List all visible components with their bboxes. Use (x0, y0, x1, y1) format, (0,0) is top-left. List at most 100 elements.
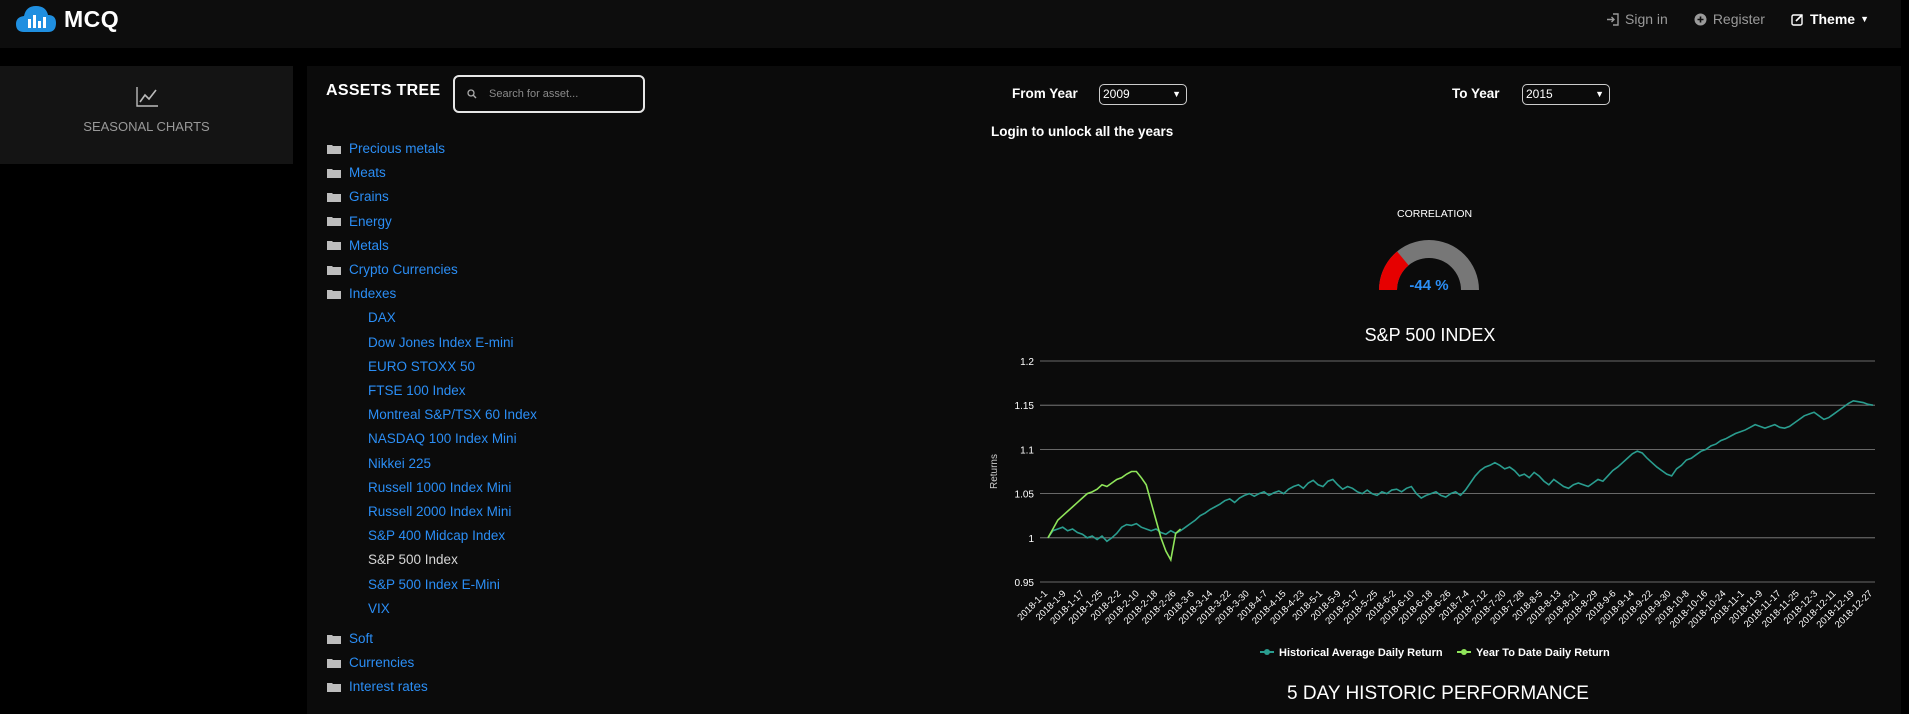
tree-folder[interactable]: Metals (327, 238, 389, 253)
tree-folder[interactable]: Meats (327, 165, 386, 180)
tree-folder[interactable]: Soft (327, 631, 373, 646)
tree-folder[interactable]: Interest rates (327, 679, 428, 694)
from-year-select[interactable]: 2009 ▼ (1099, 84, 1187, 105)
y-tick-label: 1 (1028, 534, 1034, 545)
tree-asset-item[interactable]: Russell 1000 Index Mini (368, 480, 511, 495)
asset-search-input[interactable] (487, 87, 631, 101)
tree-asset-item[interactable]: DAX (368, 310, 396, 325)
sign-in-icon (1607, 12, 1619, 26)
tree-folder[interactable]: Indexes (327, 286, 396, 301)
y-axis-label: Returns (989, 454, 1000, 489)
tree-item-label: Dow Jones Index E-mini (368, 334, 514, 350)
folder-icon (327, 682, 341, 692)
tree-item-label: Russell 1000 Index Mini (368, 479, 512, 495)
tree-item-label: Meats (349, 165, 386, 181)
folder-icon (327, 658, 341, 668)
legend-marker-dot (1461, 649, 1467, 655)
tree-item-label: Interest rates (349, 679, 428, 695)
sign-in-link[interactable]: Sign in (1606, 11, 1668, 27)
tree-item-label: S&P 500 Index (368, 552, 458, 568)
seasonal-charts-label: SEASONAL CHARTS (83, 119, 210, 134)
login-unlock-note: Login to unlock all the years (991, 124, 1174, 139)
tree-item-label: Soft (349, 631, 374, 646)
series-line-ytd (1047, 470, 1182, 563)
tree-asset-item[interactable]: S&P 400 Midcap Index (368, 528, 505, 543)
asset-search-box[interactable] (453, 75, 645, 113)
top-nav-links: Sign in Register Theme ▼ (1580, 11, 1869, 27)
tree-asset-item[interactable]: NASDAQ 100 Index Mini (368, 431, 517, 446)
correlation-title: CORRELATION (1397, 208, 1473, 220)
series-line-historical (1047, 399, 1874, 543)
tree-asset-item[interactable]: S&P 500 Index E-Mini (368, 577, 500, 592)
search-icon (467, 89, 477, 99)
tree-item-label: Energy (349, 213, 392, 229)
chevron-down-icon: ▼ (1595, 89, 1604, 99)
correlation-gauge: -44 % (1379, 240, 1479, 294)
tree-asset-item[interactable]: Nikkei 225 (368, 456, 431, 471)
tree-item-label: DAX (368, 310, 396, 326)
tree-asset-item[interactable]: Russell 2000 Index Mini (368, 504, 511, 519)
from-year-value: 2009 (1103, 87, 1130, 101)
tree-item-label: FTSE 100 Index (368, 383, 466, 398)
chevron-down-icon: ▼ (1172, 89, 1181, 99)
tree-item-label: EURO STOXX 50 (368, 358, 476, 374)
tree-asset-item[interactable]: S&P 500 Index (368, 552, 458, 567)
folder-icon (327, 217, 341, 227)
tree-item-label: Grains (349, 189, 389, 205)
cloud-chart-icon (16, 6, 56, 32)
top-navbar: MCQ Sign in Register Theme ▼ (0, 0, 1901, 48)
plus-circle-icon (1694, 13, 1707, 25)
tree-folder[interactable]: Grains (327, 189, 389, 204)
y-tick-label: 0.95 (1015, 578, 1035, 589)
brand-name: MCQ (64, 5, 120, 32)
tree-folder[interactable]: Energy (327, 214, 392, 229)
folder-icon (327, 634, 341, 644)
tree-item-label: Nikkei 225 (368, 455, 432, 471)
theme-dropdown[interactable]: Theme ▼ (1791, 11, 1869, 27)
tree-folder[interactable]: Precious metals (327, 141, 445, 156)
tree-folder[interactable]: Currencies (327, 655, 414, 670)
register-label: Register (1712, 11, 1765, 27)
y-tick-label: 1.15 (1015, 401, 1035, 412)
brand-logo[interactable]: MCQ (14, 2, 119, 36)
edit-square-icon (1791, 13, 1804, 26)
theme-label: Theme (1809, 11, 1856, 27)
tree-item-label: Precious metals (349, 141, 446, 156)
to-year-label: To Year (1452, 86, 1500, 101)
folder-icon (327, 144, 341, 154)
sp500-returns-chart: S&P 500 INDEX0.9511.051.11.151.2Returns2… (989, 325, 1875, 659)
from-year-label: From Year (1012, 86, 1078, 101)
y-tick-label: 1.1 (1020, 445, 1034, 456)
folder-icon (327, 168, 341, 178)
legend-label: Historical Average Daily Return (1279, 647, 1443, 659)
tree-item-label: S&P 500 Index E-Mini (368, 576, 500, 592)
folder-icon (327, 192, 341, 202)
line-chart-icon (135, 87, 158, 107)
sign-in-label: Sign in (1625, 11, 1668, 27)
folder-icon (327, 265, 341, 275)
tree-item-label: Montreal S&P/TSX 60 Index (368, 407, 537, 423)
legend-marker-dot (1264, 649, 1270, 655)
y-tick-label: 1.05 (1015, 490, 1035, 501)
tree-folder[interactable]: Crypto Currencies (327, 262, 458, 277)
gauge-value: -44 % (1409, 277, 1448, 294)
tree-asset-item[interactable]: Montreal S&P/TSX 60 Index (368, 407, 537, 422)
section-title-5day: 5 DAY HISTORIC PERFORMANCE (1287, 683, 1589, 704)
tree-asset-item[interactable]: VIX (368, 601, 390, 616)
folder-icon (327, 241, 341, 251)
tree-asset-item[interactable]: EURO STOXX 50 (368, 359, 475, 374)
chart-title: S&P 500 INDEX (1365, 325, 1496, 345)
seasonal-charts-menu[interactable]: SEASONAL CHARTS (0, 66, 293, 164)
tree-item-label: S&P 400 Midcap Index (368, 528, 506, 544)
tree-item-label: Metals (349, 237, 389, 253)
register-link[interactable]: Register (1694, 11, 1765, 27)
folder-icon (327, 289, 341, 299)
tree-item-label: Russell 2000 Index Mini (368, 504, 512, 519)
tree-asset-item[interactable]: FTSE 100 Index (368, 383, 466, 398)
tree-asset-item[interactable]: Dow Jones Index E-mini (368, 335, 514, 350)
tree-item-label: NASDAQ 100 Index Mini (368, 431, 517, 447)
tree-item-label: Crypto Currencies (349, 262, 458, 277)
tree-item-label: VIX (368, 600, 390, 616)
to-year-select[interactable]: 2015 ▼ (1522, 84, 1610, 105)
y-tick-label: 1.2 (1020, 357, 1034, 368)
